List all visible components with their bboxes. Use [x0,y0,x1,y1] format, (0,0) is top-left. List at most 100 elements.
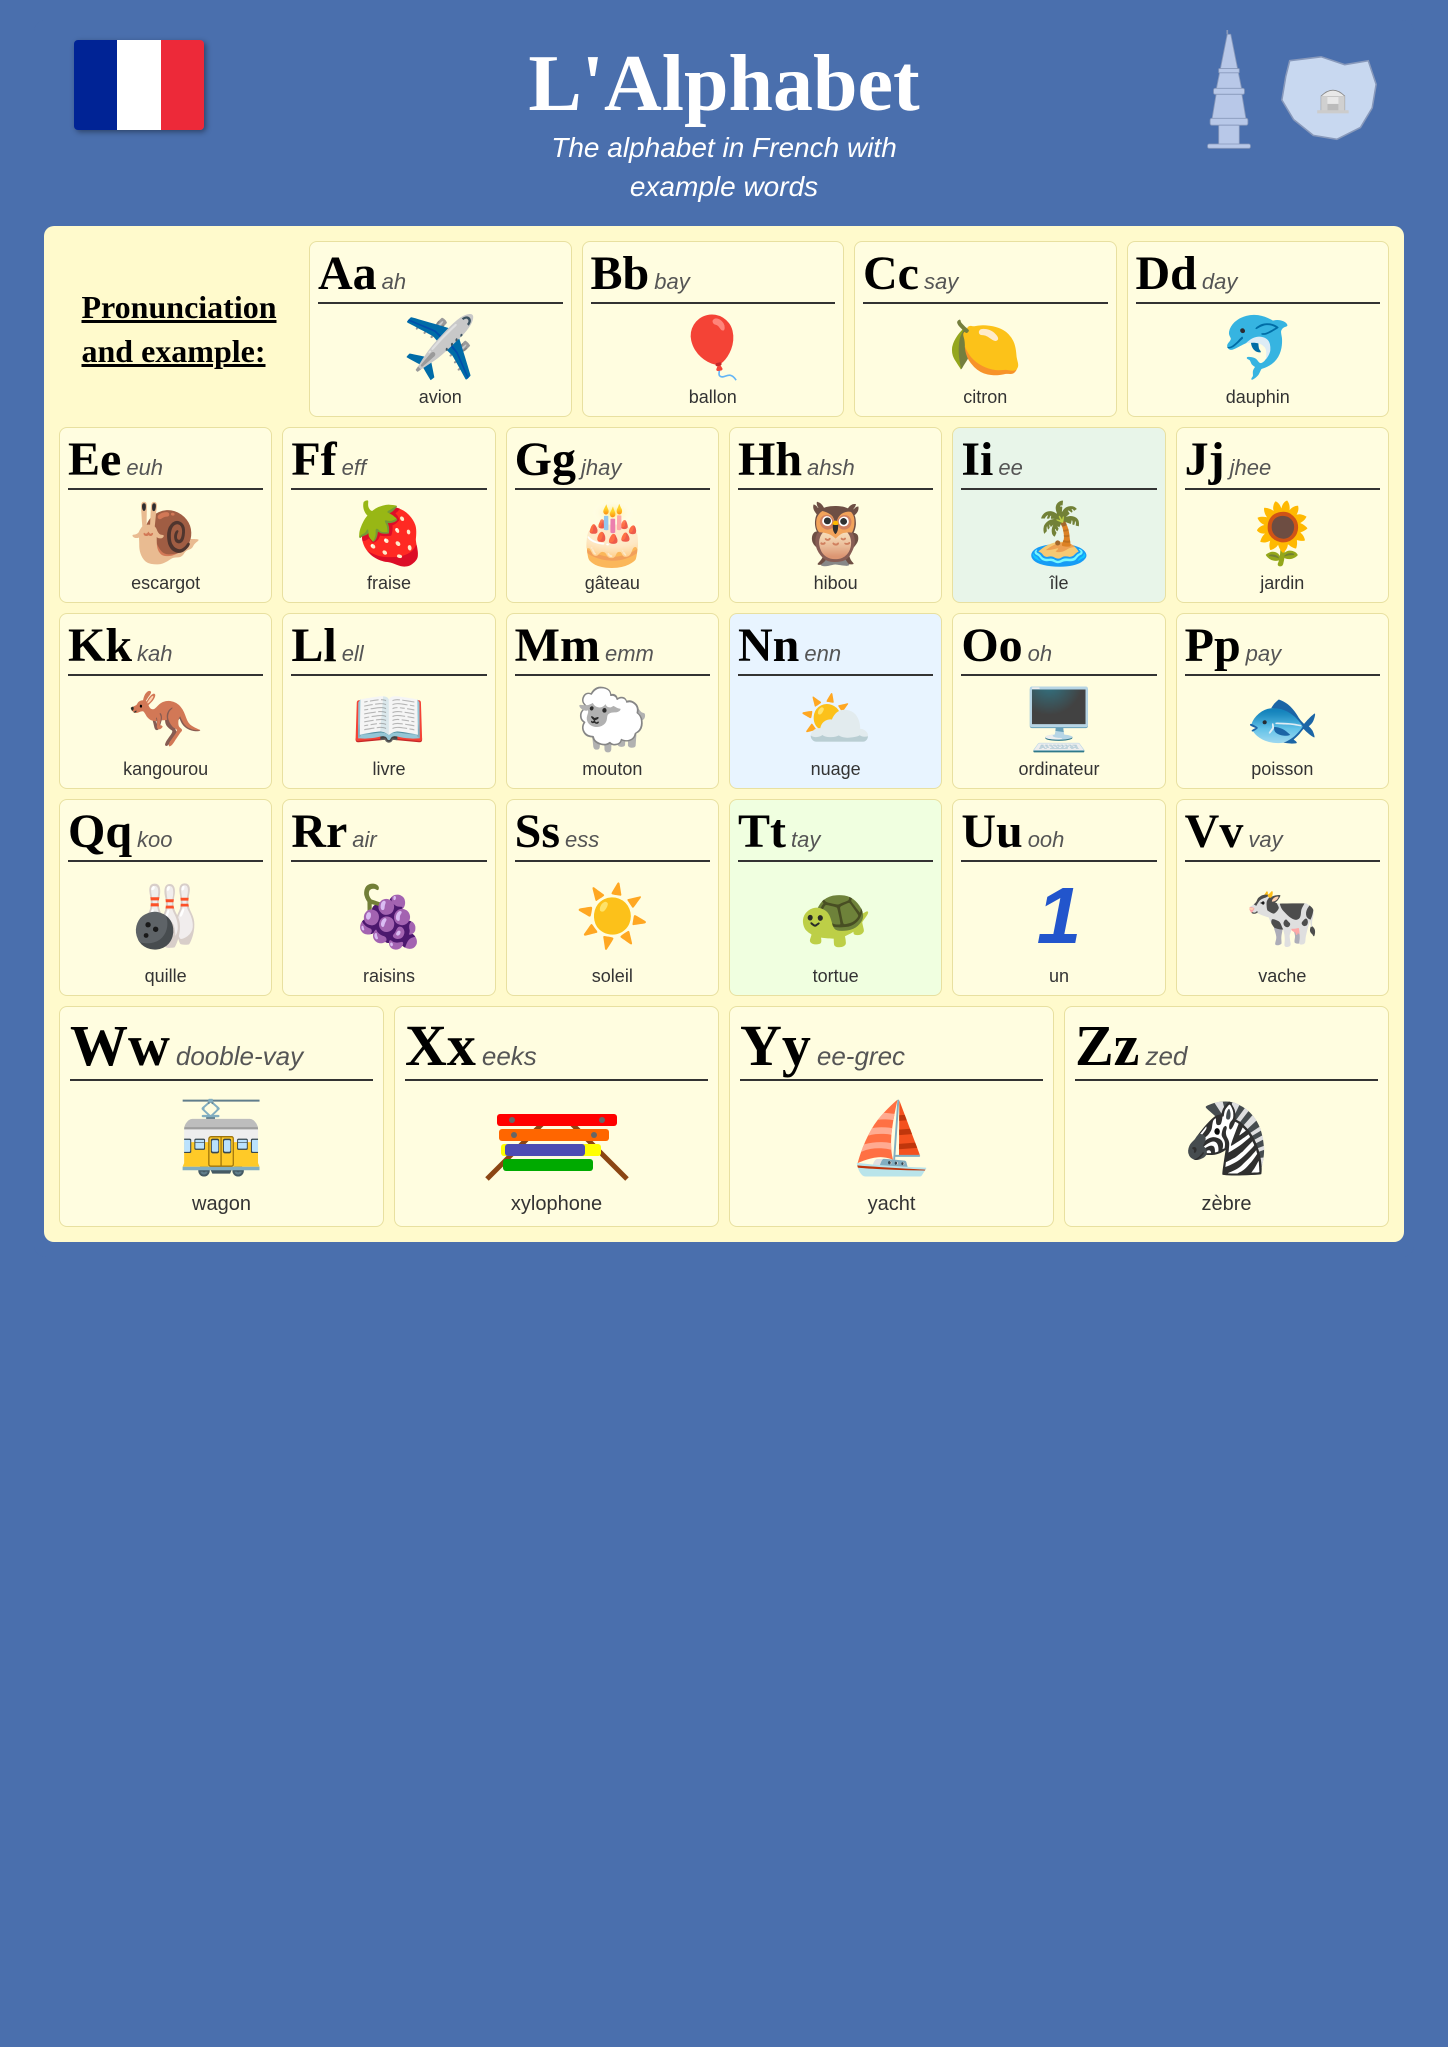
letter-card-u: Uu ooh 1 un [952,799,1165,996]
letter-card-j: Jj jhee 🌻 jardin [1176,427,1389,603]
letter-image-w: 🚋 [70,1089,373,1189]
letter-word-r: raisins [363,966,415,987]
letter-card-x: Xx eeks [394,1006,719,1227]
letter-word-l: livre [372,759,405,780]
letter-image-c: 🍋 [863,312,1108,383]
letter-image-f: 🍓 [291,498,486,569]
letter-word-g: gâteau [585,573,640,594]
letter-word-e: escargot [131,573,200,594]
letter-card-p: Pp pay 🐟 poisson [1176,613,1389,789]
letter-card-v: Vv vay 🐄 vache [1176,799,1389,996]
letter-card-i: Ii ee 🏝️ île [952,427,1165,603]
letter-card-g: Gg jhay 🎂 gâteau [506,427,719,603]
letter-card-c: Cc say 🍋 citron [854,241,1117,417]
letter-display-l: Ll [291,622,336,670]
letter-word-x: xylophone [511,1193,602,1216]
letter-header-s: Ss ess [515,808,710,862]
letter-pronun-s: ess [565,827,599,853]
letter-image-e: 🐌 [68,498,263,569]
letter-word-t: tortue [813,966,859,987]
letter-pronun-j: jhee [1230,455,1272,481]
letter-card-f: Ff eff 🍓 fraise [282,427,495,603]
letter-card-k: Kk kah 🦘 kangourou [59,613,272,789]
letter-pronun-i: ee [998,455,1022,481]
header-decorations [1194,30,1384,150]
letter-word-s: soleil [592,966,633,987]
letter-header-t: Tt tay [738,808,933,862]
letter-card-r: Rr air 🍇 raisins [282,799,495,996]
letter-word-z: zèbre [1201,1193,1251,1216]
letter-display-q: Qq [68,808,132,856]
intro-cell: Pronunciationand example: [59,241,299,417]
poster: L'Alphabet The alphabet in French withex… [34,20,1414,1257]
row-4: Qq koo 🎳 quille Rr air 🍇 raisins Ss ess [59,799,1389,996]
letter-word-p: poisson [1251,759,1313,780]
letter-card-w: Ww dooble-vay 🚋 wagon [59,1006,384,1227]
letter-header-z: Zz zed [1075,1017,1378,1081]
letter-card-n: Nn enn ⛅ nuage [729,613,942,789]
letter-card-q: Qq koo 🎳 quille [59,799,272,996]
letter-card-b: Bb bay 🎈 ballon [582,241,845,417]
row-5: Ww dooble-vay 🚋 wagon Xx eeks [59,1006,1389,1227]
letter-image-t: 🐢 [738,870,933,962]
letter-display-t: Tt [738,808,786,856]
letter-card-z: Zz zed 🦓 zèbre [1064,1006,1389,1227]
letter-pronun-a: ah [382,269,406,295]
letter-display-i: Ii [961,436,993,484]
letter-word-u: un [1049,966,1069,987]
letter-card-t: Tt tay 🐢 tortue [729,799,942,996]
xylophone-icon [477,1089,637,1189]
letter-image-m: 🐑 [515,684,710,755]
letter-word-v: vache [1258,966,1306,987]
letter-display-x: Xx [405,1017,476,1075]
letter-word-c: citron [963,387,1007,408]
letter-image-a: ✈️ [318,312,563,383]
letter-display-m: Mm [515,622,600,670]
letter-display-z: Zz [1075,1017,1139,1075]
letter-display-j: Jj [1185,436,1225,484]
letter-pronun-l: ell [342,641,364,667]
letter-display-n: Nn [738,622,799,670]
header: L'Alphabet The alphabet in French withex… [44,30,1404,221]
letter-display-v: Vv [1185,808,1244,856]
letter-word-f: fraise [367,573,411,594]
letter-image-n: ⛅ [738,684,933,755]
letter-pronun-m: emm [605,641,654,667]
letter-pronun-p: pay [1246,641,1281,667]
letter-word-n: nuage [811,759,861,780]
letter-card-s: Ss ess ☀️ soleil [506,799,719,996]
letter-pronun-f: eff [342,455,366,481]
letter-image-o: 🖥️ [961,684,1156,755]
flag-red [161,40,204,130]
letter-image-l: 📖 [291,684,486,755]
flag-white [117,40,160,130]
letter-display-w: Ww [70,1017,170,1075]
letter-display-p: Pp [1185,622,1241,670]
letter-header-k: Kk kah [68,622,263,676]
letter-display-c: Cc [863,250,919,298]
letter-display-f: Ff [291,436,336,484]
letter-image-b: 🎈 [591,312,836,383]
letter-word-j: jardin [1260,573,1304,594]
letter-pronun-z: zed [1145,1041,1187,1072]
letter-word-b: ballon [689,387,737,408]
letter-header-r: Rr air [291,808,486,862]
letter-pronun-r: air [352,827,376,853]
letter-pronun-e: euh [126,455,163,481]
letter-display-a: Aa [318,250,377,298]
letter-image-i: 🏝️ [961,498,1156,569]
letter-header-f: Ff eff [291,436,486,490]
letter-image-k: 🦘 [68,684,263,755]
letter-pronun-o: oh [1028,641,1052,667]
letter-image-p: 🐟 [1185,684,1380,755]
letter-image-x [405,1089,708,1189]
letter-display-k: Kk [68,622,132,670]
page-title: L'Alphabet [528,40,919,128]
letter-word-q: quille [145,966,187,987]
letter-word-a: avion [419,387,462,408]
letter-pronun-n: enn [804,641,841,667]
letter-header-h: Hh ahsh [738,436,933,490]
letter-header-b: Bb bay [591,250,836,304]
letter-pronun-d: day [1202,269,1237,295]
letter-word-d: dauphin [1226,387,1290,408]
